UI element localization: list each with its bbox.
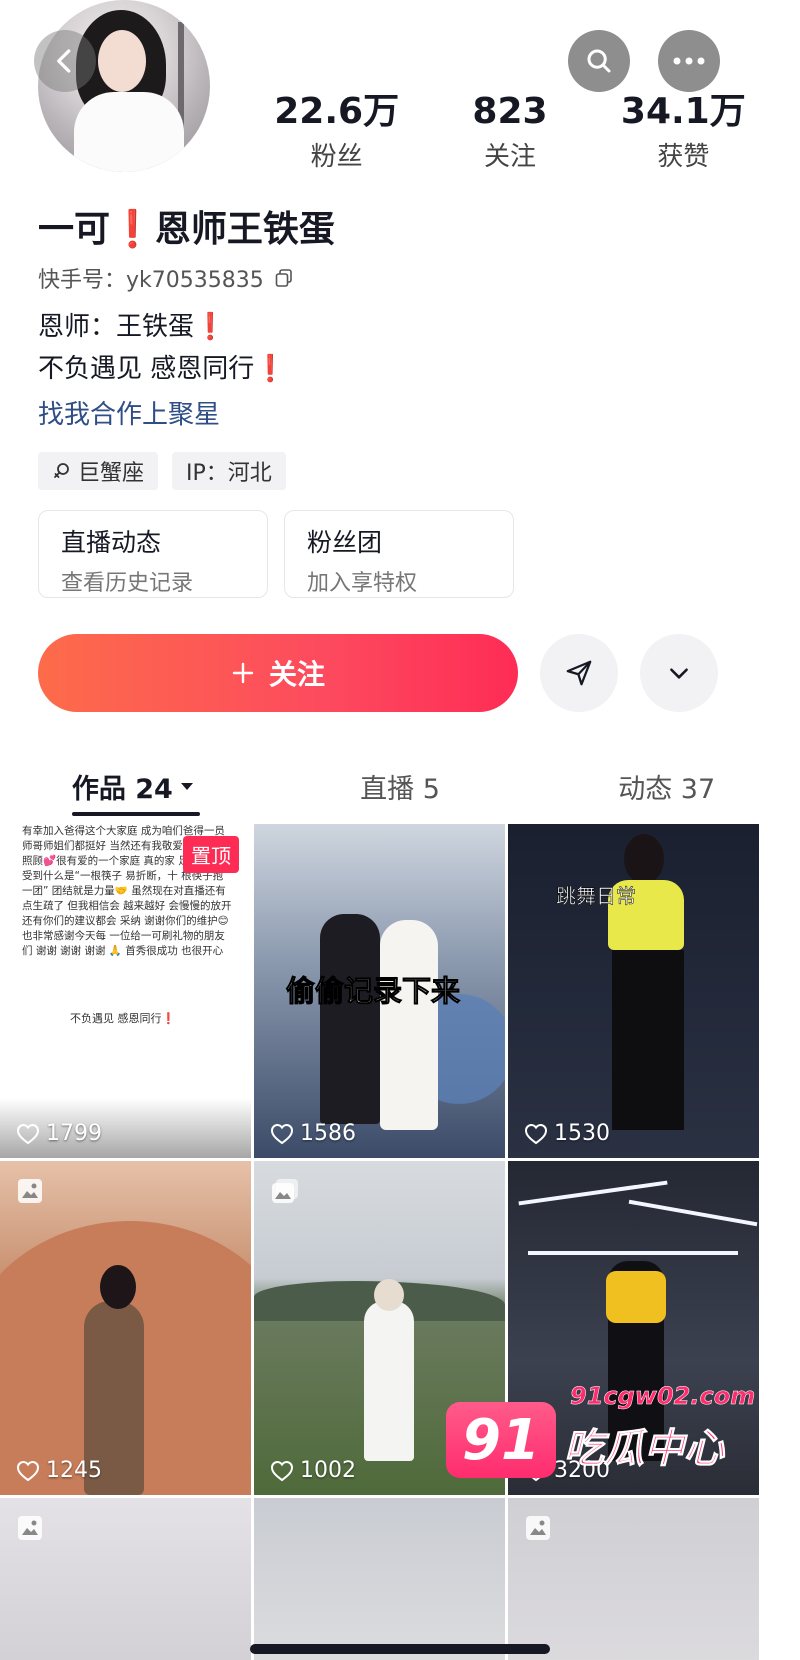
card-subtitle: 加入享特权 bbox=[307, 571, 418, 596]
like-count-text: 1799 bbox=[46, 1121, 102, 1146]
search-button[interactable] bbox=[568, 30, 630, 92]
tab-moments[interactable]: 动态 37 bbox=[533, 756, 800, 816]
profile-stats: 22.6万 粉丝 823 关注 34.1万 获赞 bbox=[250, 90, 770, 173]
work-tile[interactable]: 偷偷记录下来 1586 bbox=[254, 824, 505, 1158]
tab-works[interactable]: 作品 24 bbox=[0, 756, 267, 816]
stat-value: 34.1万 bbox=[620, 91, 746, 132]
more-button[interactable] bbox=[658, 30, 720, 92]
ceiling-light bbox=[528, 1251, 738, 1255]
active-tab-indicator bbox=[72, 812, 200, 816]
copy-icon[interactable] bbox=[274, 268, 294, 288]
watermark: 91 91cgw02.com 吃瓜中心 bbox=[446, 1380, 755, 1490]
expand-button[interactable] bbox=[640, 634, 718, 712]
chevron-down-icon bbox=[670, 668, 688, 679]
person-head bbox=[624, 834, 664, 884]
work-tile[interactable] bbox=[254, 1498, 505, 1660]
follow-label: 关注 bbox=[268, 658, 325, 691]
card-title: 直播动态 bbox=[61, 528, 162, 557]
like-count: 1002 bbox=[270, 1458, 356, 1483]
person-figure bbox=[380, 920, 438, 1130]
ceiling-light bbox=[628, 1199, 758, 1227]
person-figure bbox=[320, 914, 380, 1124]
stat-value: 22.6万 bbox=[274, 91, 400, 132]
kuaishou-id-text: 快手号：yk70535835 bbox=[38, 268, 264, 293]
stat-following[interactable]: 823 关注 bbox=[423, 90, 596, 173]
content-tabs: 作品 24 直播 5 动态 37 bbox=[0, 756, 800, 816]
tag-ip-location: IP：河北 bbox=[172, 452, 286, 490]
work-tile[interactable] bbox=[0, 1498, 251, 1660]
follow-button[interactable]: 关注 bbox=[38, 634, 518, 712]
caret-down-icon bbox=[180, 783, 193, 790]
stat-label: 获赞 bbox=[657, 142, 710, 172]
work-tile[interactable]: 跳舞日常 1530 bbox=[508, 824, 759, 1158]
person-shirt bbox=[606, 1271, 666, 1323]
image-post-icon bbox=[526, 1516, 550, 1540]
like-count: 1586 bbox=[270, 1121, 356, 1146]
card-subtitle: 查看历史记录 bbox=[61, 571, 194, 596]
like-count: 1530 bbox=[524, 1121, 610, 1146]
person-head bbox=[374, 1279, 404, 1311]
profile-cards: 直播动态 查看历史记录 粉丝团 加入享特权 bbox=[38, 510, 514, 598]
search-icon bbox=[587, 49, 611, 73]
image-gallery-icon bbox=[272, 1179, 298, 1203]
bio-line: 不负遇见 感恩同行❗️ bbox=[38, 354, 287, 384]
chevron-left-icon bbox=[57, 49, 71, 73]
kuaishou-id: 快手号：yk70535835 bbox=[38, 262, 294, 294]
heart-icon bbox=[524, 1123, 548, 1144]
like-count-text: 1002 bbox=[300, 1458, 356, 1483]
tile-footer-text: 不负遇见 感恩同行❗️ bbox=[70, 1012, 176, 1025]
tab-live[interactable]: 直播 5 bbox=[267, 756, 534, 816]
like-count: 1799 bbox=[16, 1121, 102, 1146]
watermark-text: 吃瓜中心 bbox=[564, 1426, 725, 1473]
tab-label: 作品 24 bbox=[71, 773, 173, 805]
more-dots-icon bbox=[673, 57, 705, 65]
female-gender-icon bbox=[54, 463, 69, 478]
tile-caption: 跳舞日常 bbox=[556, 884, 637, 909]
heart-icon bbox=[270, 1123, 294, 1144]
stat-label: 关注 bbox=[483, 142, 536, 172]
person-figure bbox=[364, 1301, 414, 1461]
tile-caption: 偷偷记录下来 bbox=[285, 974, 461, 1009]
cooperation-link[interactable]: 找我合作上聚星 bbox=[38, 394, 220, 431]
home-indicator[interactable] bbox=[250, 1644, 550, 1654]
work-tile[interactable]: 有幸加入爸得这个大家庭 成为咱们爸得一员 师哥师姐们都挺好 当然还有我敬爱的王 … bbox=[0, 824, 251, 1158]
person-head bbox=[100, 1265, 136, 1309]
like-count-text: 1586 bbox=[300, 1121, 356, 1146]
bio-line: 恩师：王铁蛋❗️ bbox=[38, 312, 227, 342]
fan-club-card[interactable]: 粉丝团 加入享特权 bbox=[284, 510, 514, 598]
live-history-card[interactable]: 直播动态 查看历史记录 bbox=[38, 510, 268, 598]
watermark-logo: 91 bbox=[446, 1402, 556, 1478]
card-title: 粉丝团 bbox=[307, 528, 383, 557]
stat-value: 823 bbox=[472, 91, 548, 132]
watermark-url: 91cgw02.com bbox=[570, 1382, 756, 1411]
tag-constellation: 巨蟹座 bbox=[38, 452, 159, 490]
profile-name: 一可❗️恩师王铁蛋 bbox=[38, 209, 335, 250]
tag-text: IP：河北 bbox=[186, 461, 272, 486]
pinned-badge: 置顶 bbox=[183, 836, 239, 873]
stat-followers[interactable]: 22.6万 粉丝 bbox=[250, 90, 423, 173]
image-post-icon bbox=[18, 1516, 42, 1540]
like-count: 1245 bbox=[16, 1458, 102, 1483]
profile-tags: 巨蟹座 IP：河北 bbox=[38, 452, 286, 490]
tab-label: 直播 5 bbox=[360, 773, 440, 805]
plus-icon bbox=[232, 662, 254, 684]
tab-label: 动态 37 bbox=[618, 773, 716, 805]
send-icon bbox=[566, 660, 592, 686]
like-count-text: 1245 bbox=[46, 1458, 102, 1483]
work-tile[interactable]: 1245 bbox=[0, 1161, 251, 1495]
stat-label: 粉丝 bbox=[310, 142, 363, 172]
image-post-icon bbox=[18, 1179, 42, 1203]
back-button[interactable] bbox=[34, 30, 96, 92]
person-pants bbox=[612, 950, 684, 1130]
heart-icon bbox=[16, 1123, 40, 1144]
avatar-face bbox=[98, 30, 146, 92]
tag-text: 巨蟹座 bbox=[78, 461, 145, 486]
avatar-dress bbox=[74, 92, 184, 172]
heart-icon bbox=[16, 1460, 40, 1481]
heart-icon bbox=[270, 1460, 294, 1481]
stat-likes[interactable]: 34.1万 获赞 bbox=[597, 90, 770, 173]
like-count-text: 1530 bbox=[554, 1121, 610, 1146]
send-message-button[interactable] bbox=[540, 634, 618, 712]
work-tile[interactable] bbox=[508, 1498, 759, 1660]
